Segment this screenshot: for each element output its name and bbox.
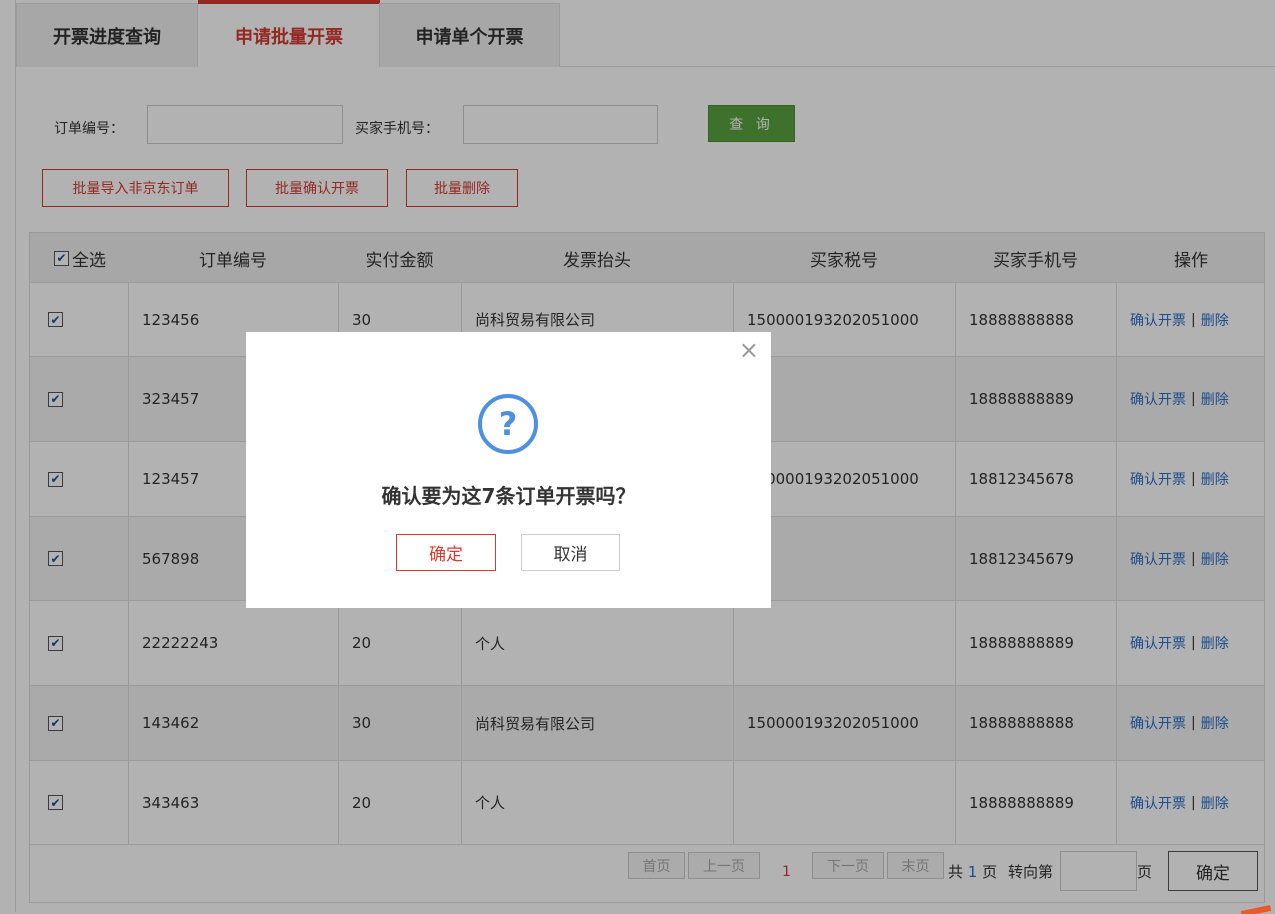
dialog-cancel-button[interactable]: 取消 <box>521 534 620 571</box>
close-icon[interactable]: × <box>739 338 759 362</box>
question-icon: ? <box>478 394 538 454</box>
dialog-ok-button[interactable]: 确定 <box>396 534 496 571</box>
confirm-message: 确认要为这7条订单开票吗？ <box>381 484 636 508</box>
confirm-dialog: × ? 确认要为这7条订单开票吗？ 确定 取消 <box>246 332 771 608</box>
